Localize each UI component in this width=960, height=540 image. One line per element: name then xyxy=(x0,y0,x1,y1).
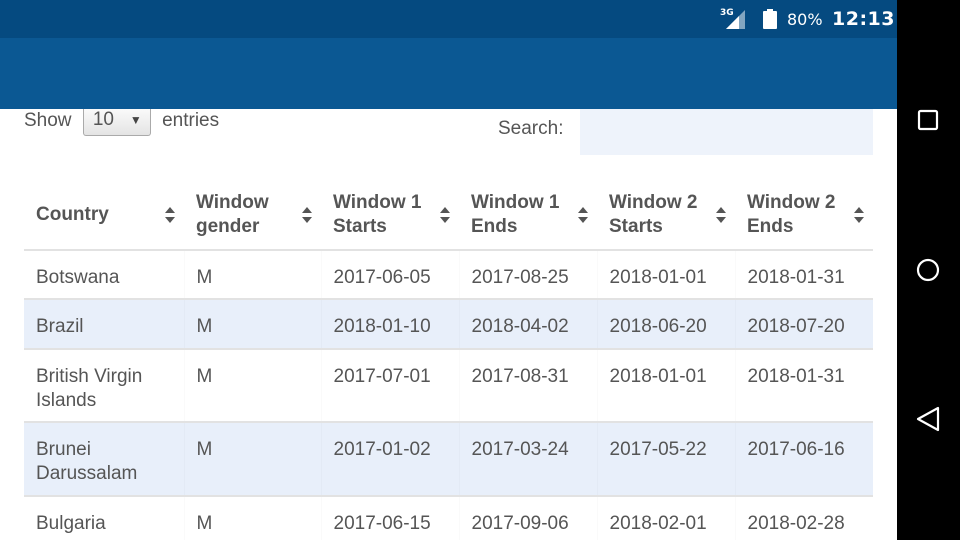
cell-signal-icon xyxy=(726,10,745,29)
cell-window1-end: 2017-09-06 xyxy=(459,496,597,540)
cell-window2-start: 2018-02-01 xyxy=(597,496,735,540)
column-header-label: Window 2 xyxy=(747,191,836,213)
cell-window1-start: 2018-01-10 xyxy=(321,299,459,350)
table-header-row: Country Window gender Window 1 Starts Wi… xyxy=(24,180,873,251)
cell-window2-end: 2017-06-16 xyxy=(735,422,873,497)
column-header-label: Window xyxy=(196,191,269,213)
column-header-label: Country xyxy=(36,203,109,225)
recents-square-icon[interactable] xyxy=(914,106,942,134)
cell-window1-start: 2017-06-05 xyxy=(321,250,459,300)
cell-gender: M xyxy=(184,496,321,540)
table-row: Bulgaria M 2017-06-15 2017-09-06 2018-02… xyxy=(24,496,873,540)
cell-country: British Virgin Islands xyxy=(24,349,184,423)
cell-window1-end: 2017-03-24 xyxy=(459,422,597,497)
app-bar xyxy=(0,38,897,109)
cell-window1-start: 2017-06-15 xyxy=(321,496,459,540)
cell-window2-end: 2018-01-31 xyxy=(735,349,873,423)
column-header-label: gender xyxy=(196,215,260,237)
battery-percent: 80% xyxy=(787,10,823,29)
cell-window2-end: 2018-07-20 xyxy=(735,299,873,350)
home-circle-icon[interactable] xyxy=(914,256,942,284)
column-header-label: Starts xyxy=(333,215,387,237)
table-row: British Virgin Islands M 2017-07-01 2017… xyxy=(24,349,873,423)
entries-select-value: 10 xyxy=(92,109,114,130)
clock: 12:13 xyxy=(832,8,895,30)
search-label: Search: xyxy=(498,118,564,139)
battery-icon xyxy=(763,9,777,29)
entries-length-control: Show 10 ▼ entries xyxy=(24,109,219,136)
column-header-window2-starts[interactable]: Window 2 Starts xyxy=(597,180,735,251)
data-table: Country Window gender Window 1 Starts Wi… xyxy=(24,180,873,540)
cell-country: Bulgaria xyxy=(24,496,184,540)
back-triangle-icon[interactable] xyxy=(914,405,942,433)
cell-window2-start: 2018-01-01 xyxy=(597,349,735,423)
sort-icon xyxy=(440,206,450,223)
cell-country: Brazil xyxy=(24,299,184,350)
cell-gender: M xyxy=(184,299,321,350)
table-row: Brazil M 2018-01-10 2018-04-02 2018-06-2… xyxy=(24,299,873,350)
cell-window2-start: 2018-01-01 xyxy=(597,250,735,300)
cell-gender: M xyxy=(184,422,321,497)
dropdown-arrow-icon: ▼ xyxy=(129,113,142,127)
entries-select[interactable]: 10 ▼ xyxy=(82,109,151,136)
column-header-window2-ends[interactable]: Window 2 Ends xyxy=(735,180,873,251)
column-header-label: Starts xyxy=(609,215,663,237)
cell-window2-start: 2018-06-20 xyxy=(597,299,735,350)
table-row: Brunei Darussalam M 2017-01-02 2017-03-2… xyxy=(24,422,873,497)
entries-label: entries xyxy=(162,110,220,131)
show-label: Show xyxy=(24,110,72,131)
column-header-window-gender[interactable]: Window gender xyxy=(184,180,321,251)
cell-window1-start: 2017-01-02 xyxy=(321,422,459,497)
column-header-window1-ends[interactable]: Window 1 Ends xyxy=(459,180,597,251)
cell-gender: M xyxy=(184,349,321,423)
cell-country: Botswana xyxy=(24,250,184,300)
table-row: Botswana M 2017-06-05 2017-08-25 2018-01… xyxy=(24,250,873,300)
status-bar: 3G 80% 12:13 xyxy=(0,0,897,38)
sort-icon xyxy=(302,206,312,223)
cell-window2-end: 2018-02-28 xyxy=(735,496,873,540)
column-header-label: Window 1 xyxy=(471,191,560,213)
signal-indicator: 3G xyxy=(720,8,746,30)
cell-window2-end: 2018-01-31 xyxy=(735,250,873,300)
cell-window2-start: 2017-05-22 xyxy=(597,422,735,497)
cell-country: Brunei Darussalam xyxy=(24,422,184,497)
sort-icon xyxy=(854,206,864,223)
navigation-bar xyxy=(897,0,960,540)
sort-icon xyxy=(716,206,726,223)
column-header-label: Window 2 xyxy=(609,191,698,213)
search-input[interactable] xyxy=(580,109,873,155)
column-header-label: Ends xyxy=(747,215,794,237)
page-content: Show 10 ▼ entries Search: Country Window… xyxy=(0,109,897,540)
column-header-window1-starts[interactable]: Window 1 Starts xyxy=(321,180,459,251)
sort-icon xyxy=(165,206,175,223)
cell-window1-end: 2017-08-31 xyxy=(459,349,597,423)
cell-window1-end: 2017-08-25 xyxy=(459,250,597,300)
sort-icon xyxy=(578,206,588,223)
column-header-country[interactable]: Country xyxy=(24,180,184,251)
cell-window1-start: 2017-07-01 xyxy=(321,349,459,423)
cell-gender: M xyxy=(184,250,321,300)
column-header-label: Ends xyxy=(471,215,518,237)
cell-window1-end: 2018-04-02 xyxy=(459,299,597,350)
column-header-label: Window 1 xyxy=(333,191,422,213)
